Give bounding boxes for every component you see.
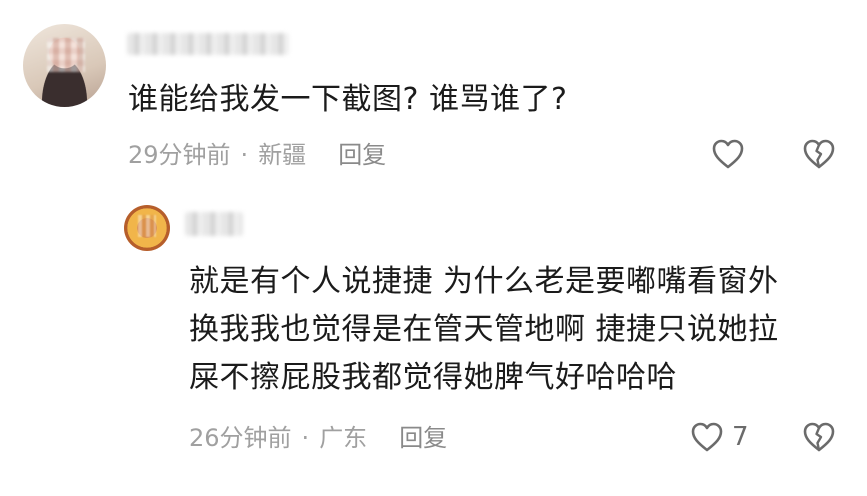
- reply-text: 就是有个人说捷捷 为什么老是要嘟嘴看窗外 换我我也觉得是在管天管地啊 捷捷只说她…: [189, 258, 779, 402]
- like-button[interactable]: 7: [690, 421, 749, 453]
- reply-location: 广东: [319, 424, 368, 452]
- broken-heart-icon[interactable]: [802, 421, 836, 453]
- reply-username-blurred[interactable]: [185, 212, 243, 236]
- comment-meta: 29分钟前 · 新疆 回复: [128, 140, 386, 170]
- comment-item: 谁能给我发一下截图? 谁骂谁了? 29分钟前 · 新疆 回复: [0, 0, 867, 185]
- reply-avatar[interactable]: [124, 205, 170, 251]
- heart-outline-icon: [690, 421, 724, 453]
- comment-time: 29分钟前: [128, 141, 231, 169]
- reply-text-line: 屎不擦屁股我都觉得她脾气好哈哈哈: [189, 360, 677, 395]
- reply-button[interactable]: 回复: [338, 141, 386, 169]
- broken-heart-icon[interactable]: [802, 138, 836, 170]
- meta-separator: ·: [240, 141, 249, 169]
- username-blurred[interactable]: [127, 33, 289, 55]
- like-count: 7: [732, 422, 749, 452]
- comment-location: 新疆: [258, 141, 307, 169]
- reply-button[interactable]: 回复: [399, 424, 447, 452]
- reply-meta: 26分钟前 · 广东 回复: [189, 423, 447, 453]
- avatar[interactable]: [23, 24, 106, 107]
- comment-text: 谁能给我发一下截图? 谁骂谁了?: [128, 82, 568, 117]
- meta-separator: ·: [301, 424, 310, 452]
- reply-time: 26分钟前: [189, 424, 292, 452]
- heart-outline-icon[interactable]: [711, 138, 745, 170]
- reply-text-line: 换我我也觉得是在管天管地啊 捷捷只说她拉: [189, 312, 779, 347]
- reply-text-line: 就是有个人说捷捷 为什么老是要嘟嘴看窗外: [189, 264, 779, 299]
